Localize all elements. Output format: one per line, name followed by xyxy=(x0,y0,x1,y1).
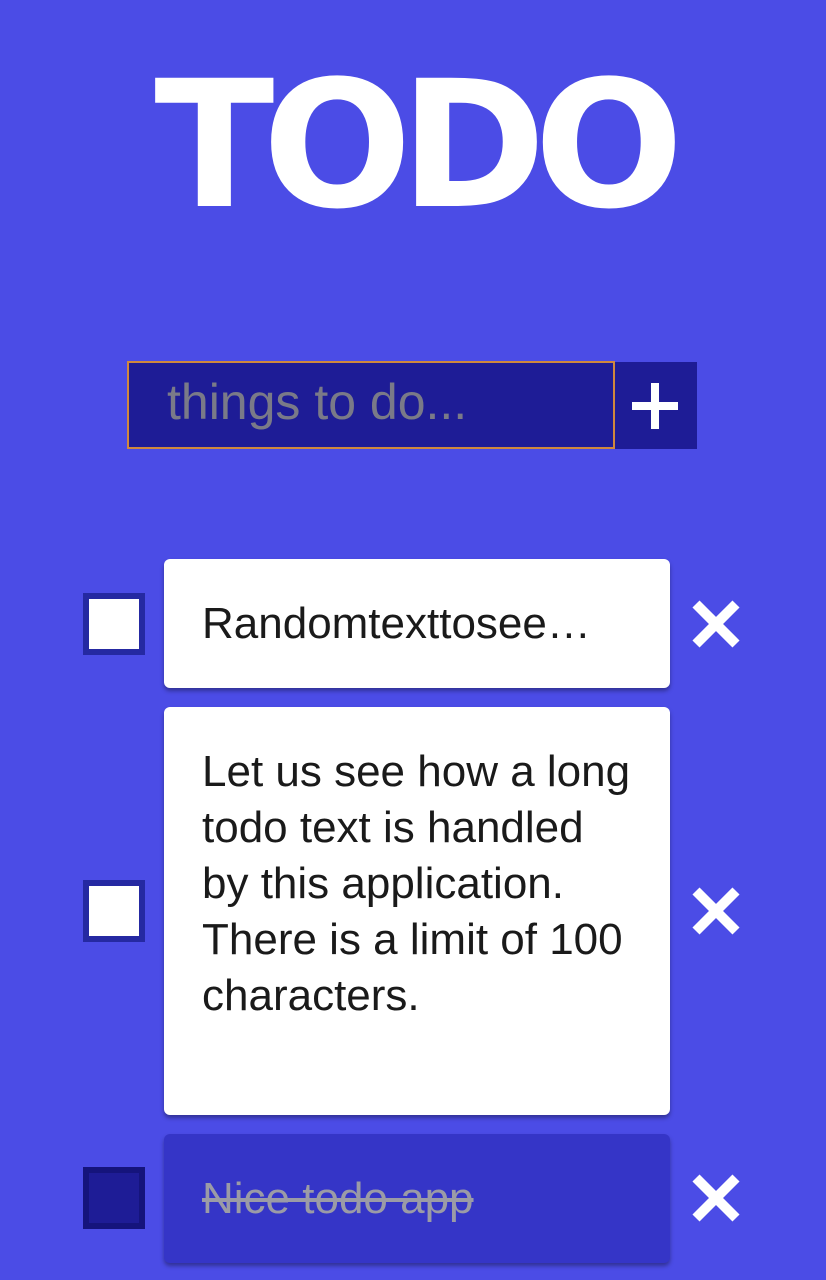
todo-checkbox[interactable] xyxy=(83,880,145,942)
add-todo-button[interactable] xyxy=(615,362,697,449)
close-icon xyxy=(692,600,740,648)
delete-todo-button[interactable] xyxy=(690,1172,742,1224)
delete-todo-button[interactable] xyxy=(690,598,742,650)
new-todo-input[interactable] xyxy=(127,361,615,449)
delete-todo-button[interactable] xyxy=(690,885,742,937)
todo-card[interactable]: Let us see how a long todo text is handl… xyxy=(164,707,670,1115)
todo-text: Let us see how a long todo text is handl… xyxy=(202,747,631,1020)
close-icon xyxy=(692,887,740,935)
todo-card[interactable]: Randomtexttosee… xyxy=(164,559,670,688)
todo-card[interactable]: Nice todo app xyxy=(164,1134,670,1263)
app-title: TODO xyxy=(154,43,683,248)
todo-text: Nice todo app xyxy=(202,1173,474,1223)
todo-checkbox[interactable] xyxy=(83,1167,145,1229)
close-icon xyxy=(692,1174,740,1222)
todo-checkbox[interactable] xyxy=(83,593,145,655)
todo-text: Randomtexttosee… xyxy=(202,598,591,648)
